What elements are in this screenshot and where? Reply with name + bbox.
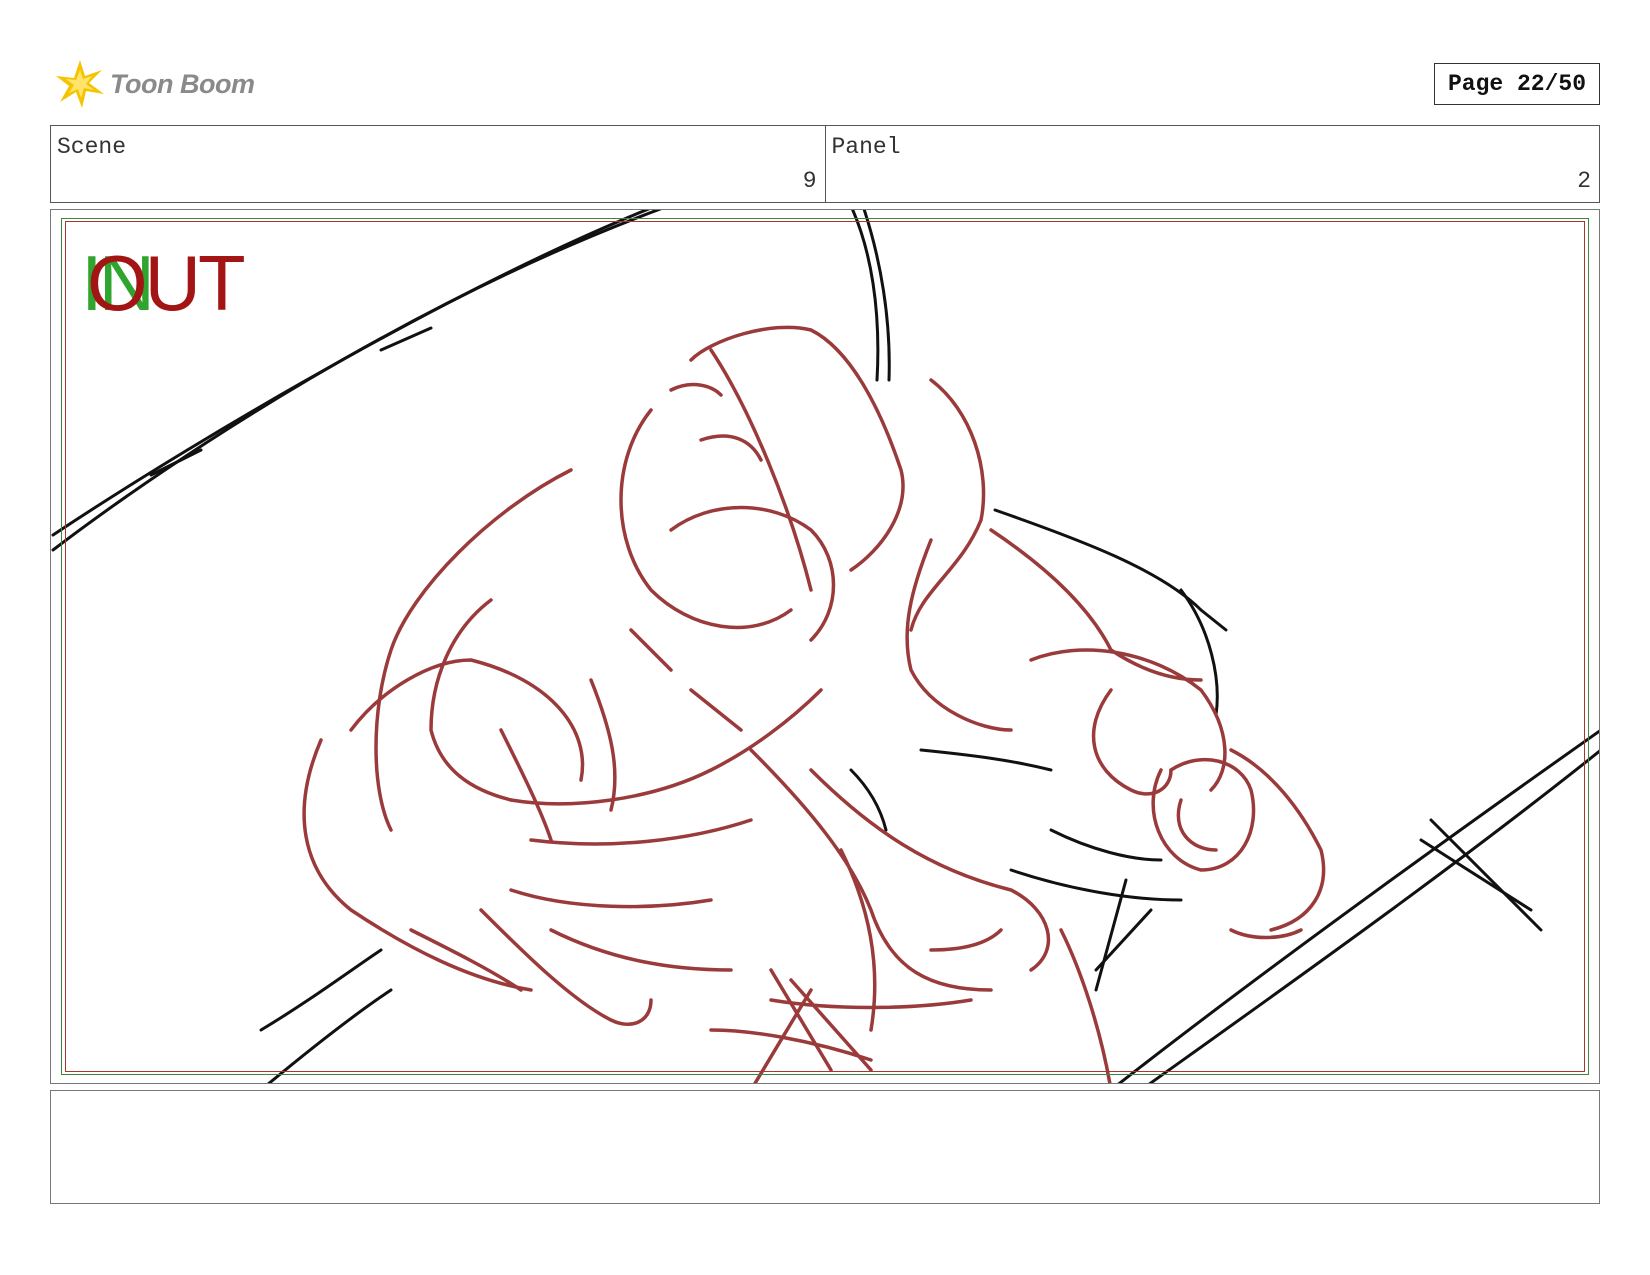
- panel-cell: Panel 2: [824, 126, 1600, 202]
- scene-label: Scene: [57, 134, 127, 160]
- scene-number: 9: [802, 168, 817, 194]
- storyboard-panel: IN OUT: [50, 209, 1600, 1084]
- out-marker-text: OUT: [87, 239, 246, 327]
- logo-text: Toon Boom: [110, 68, 255, 99]
- safe-area-frame-red: [65, 221, 1585, 1072]
- in-out-marker: IN OUT: [81, 238, 281, 328]
- panel-notes-box[interactable]: [50, 1090, 1600, 1204]
- panel-label: Panel: [831, 134, 901, 160]
- toon-boom-logo: Toon Boom: [54, 58, 264, 110]
- star-burst-icon: [56, 60, 104, 108]
- panel-number: 2: [1577, 168, 1591, 194]
- scene-cell: Scene 9: [51, 126, 825, 202]
- scene-panel-info: Scene 9 Panel 2: [50, 125, 1600, 203]
- page-indicator: Page 22/50: [1434, 63, 1600, 105]
